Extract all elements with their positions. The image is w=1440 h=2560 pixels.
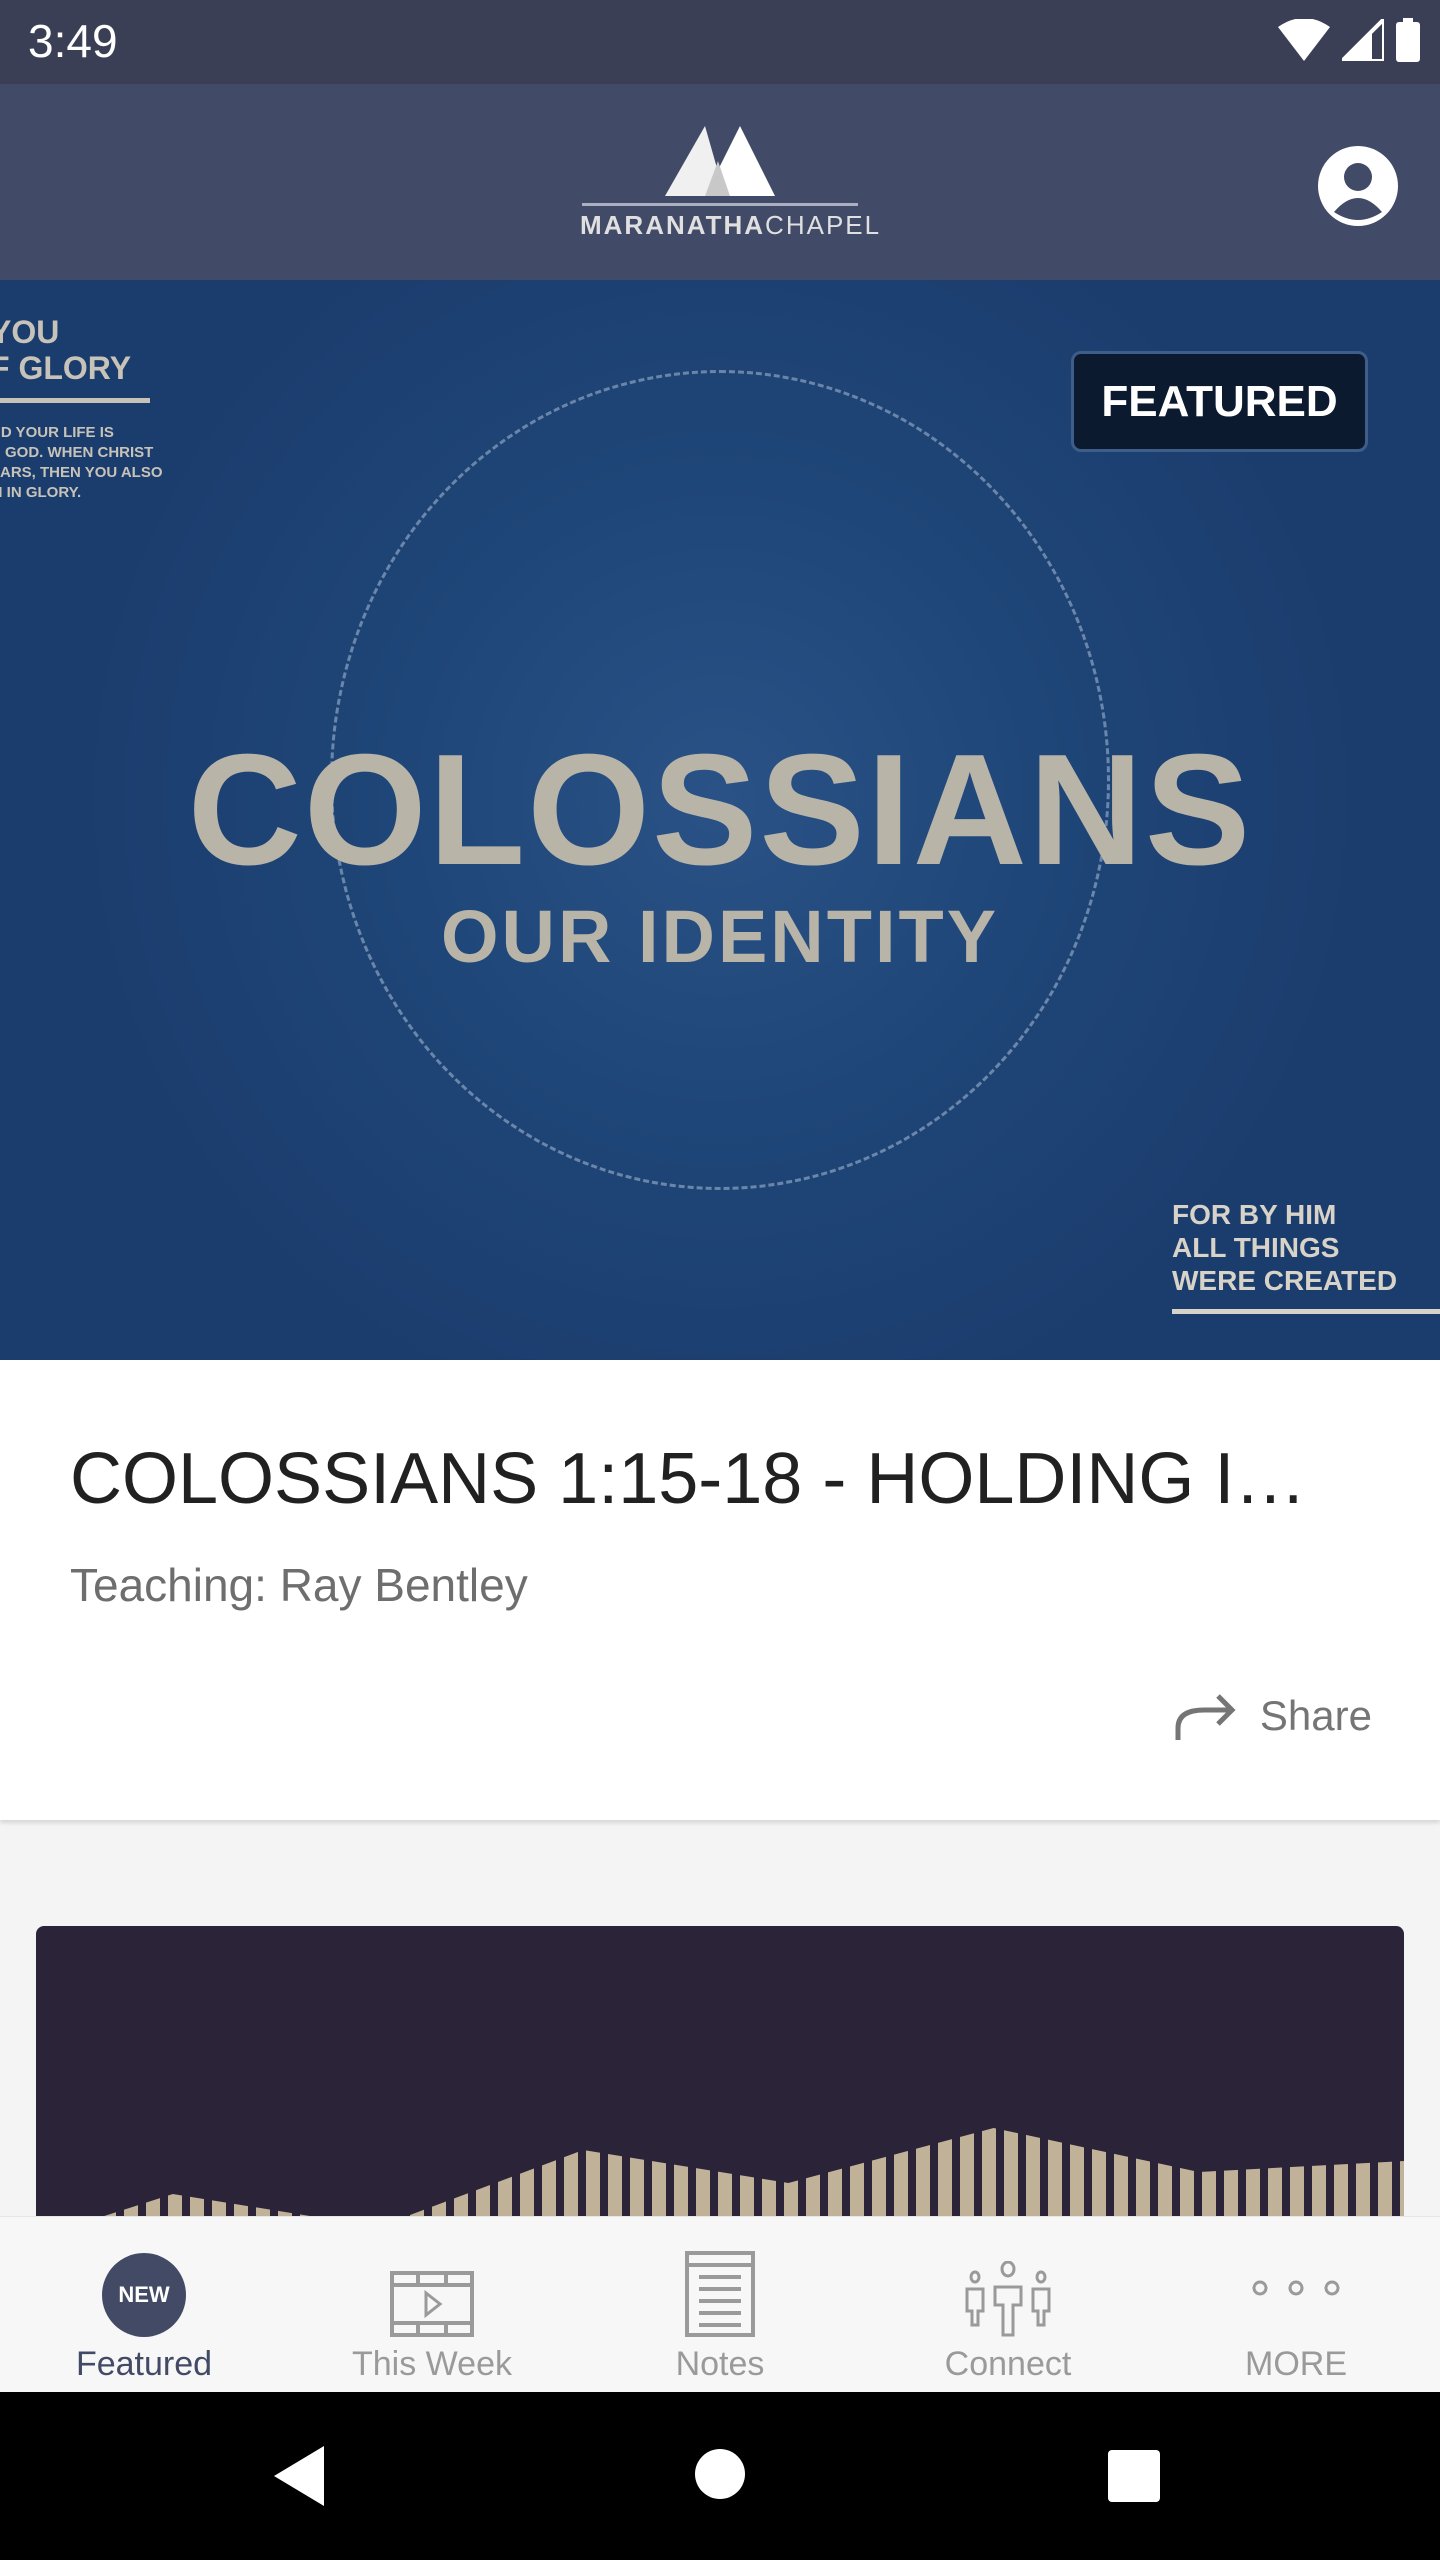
share-button[interactable]: Share bbox=[1174, 1690, 1372, 1742]
status-time: 3:49 bbox=[28, 15, 118, 67]
nav-label: Featured bbox=[75, 2345, 213, 2383]
artwork-text: YOU bbox=[0, 314, 60, 350]
nav-notes[interactable]: Notes bbox=[576, 2217, 864, 2392]
system-nav-bar bbox=[0, 2392, 1440, 2560]
nav-label: Notes bbox=[675, 2345, 765, 2383]
artwork-text: ALL THINGS bbox=[1172, 1232, 1340, 1263]
new-badge-icon: NEW bbox=[102, 2253, 186, 2337]
battery-icon bbox=[1396, 18, 1420, 62]
nav-label: MORE bbox=[1245, 2345, 1347, 2383]
artwork-text: ND YOUR LIFE IS bbox=[0, 424, 114, 441]
home-button[interactable] bbox=[694, 2448, 746, 2505]
artwork-subtitle: OUR IDENTITY bbox=[440, 895, 1000, 978]
back-button[interactable] bbox=[274, 2446, 326, 2511]
artwork-text: FOR BY HIM bbox=[1172, 1199, 1337, 1230]
logo-text-bold: MARANATHA bbox=[580, 210, 766, 240]
artwork-text: F GLORY bbox=[0, 350, 132, 386]
nav-connect[interactable]: Connect bbox=[864, 2217, 1152, 2392]
featured-hero-image[interactable]: YOU F GLORY ND YOUR LIFE IS N GOD. WHEN … bbox=[0, 280, 1440, 1360]
status-bar: 3:49 bbox=[0, 0, 1440, 84]
nav-label: Connect bbox=[944, 2345, 1072, 2383]
app-header: MARANATHACHAPEL bbox=[0, 84, 1440, 280]
maranatha-chapel-logo: MARANATHACHAPEL bbox=[580, 126, 879, 241]
notepad-icon bbox=[685, 2251, 755, 2337]
back-icon bbox=[274, 2446, 324, 2506]
featured-info-card[interactable]: COLOSSIANS 1:15-18 - HOLDING I… Teaching… bbox=[0, 1360, 1440, 1820]
recents-icon bbox=[1108, 2450, 1160, 2502]
recents-button[interactable] bbox=[1108, 2450, 1160, 2507]
sermon-title[interactable]: COLOSSIANS 1:15-18 - HOLDING I… bbox=[70, 1438, 1306, 1520]
account-circle-icon[interactable] bbox=[1318, 146, 1398, 226]
nav-label: This Week bbox=[352, 2345, 512, 2383]
artwork-right-text: FOR BY HIM ALL THINGS WERE CREATED bbox=[1172, 1198, 1440, 1314]
more-dots-icon bbox=[1252, 2280, 1340, 2296]
nav-more[interactable]: MORE bbox=[1152, 2217, 1440, 2392]
video-film-icon bbox=[390, 2271, 474, 2337]
bottom-nav: NEW Featured This Week Notes Connect MOR… bbox=[0, 2216, 1440, 2392]
artwork-left-text: YOU F GLORY ND YOUR LIFE IS N GOD. WHEN … bbox=[0, 314, 163, 503]
logo-text-light: CHAPEL bbox=[765, 210, 882, 240]
artwork-text: N GOD. WHEN CHRIST bbox=[0, 444, 154, 461]
wifi-icon bbox=[1278, 19, 1330, 61]
signal-icon bbox=[1342, 19, 1384, 61]
people-icon bbox=[965, 2261, 1051, 2337]
share-label: Share bbox=[1259, 1692, 1372, 1739]
sermon-teacher: Teaching: Ray Bentley bbox=[70, 1559, 528, 1611]
artwork-text: EARS, THEN YOU ALSO bbox=[0, 464, 163, 481]
artwork-text: WERE CREATED bbox=[1172, 1265, 1398, 1296]
mountain-logo-icon bbox=[665, 126, 775, 196]
home-icon bbox=[695, 2449, 745, 2499]
share-icon bbox=[1175, 1694, 1236, 1740]
artwork-text: M IN GLORY. bbox=[0, 484, 82, 501]
artwork-title: COLOSSIANS bbox=[187, 722, 1253, 898]
nav-featured[interactable]: NEW Featured bbox=[0, 2217, 288, 2392]
featured-badge: FEATURED bbox=[1071, 351, 1368, 452]
nav-this-week[interactable]: This Week bbox=[288, 2217, 576, 2392]
